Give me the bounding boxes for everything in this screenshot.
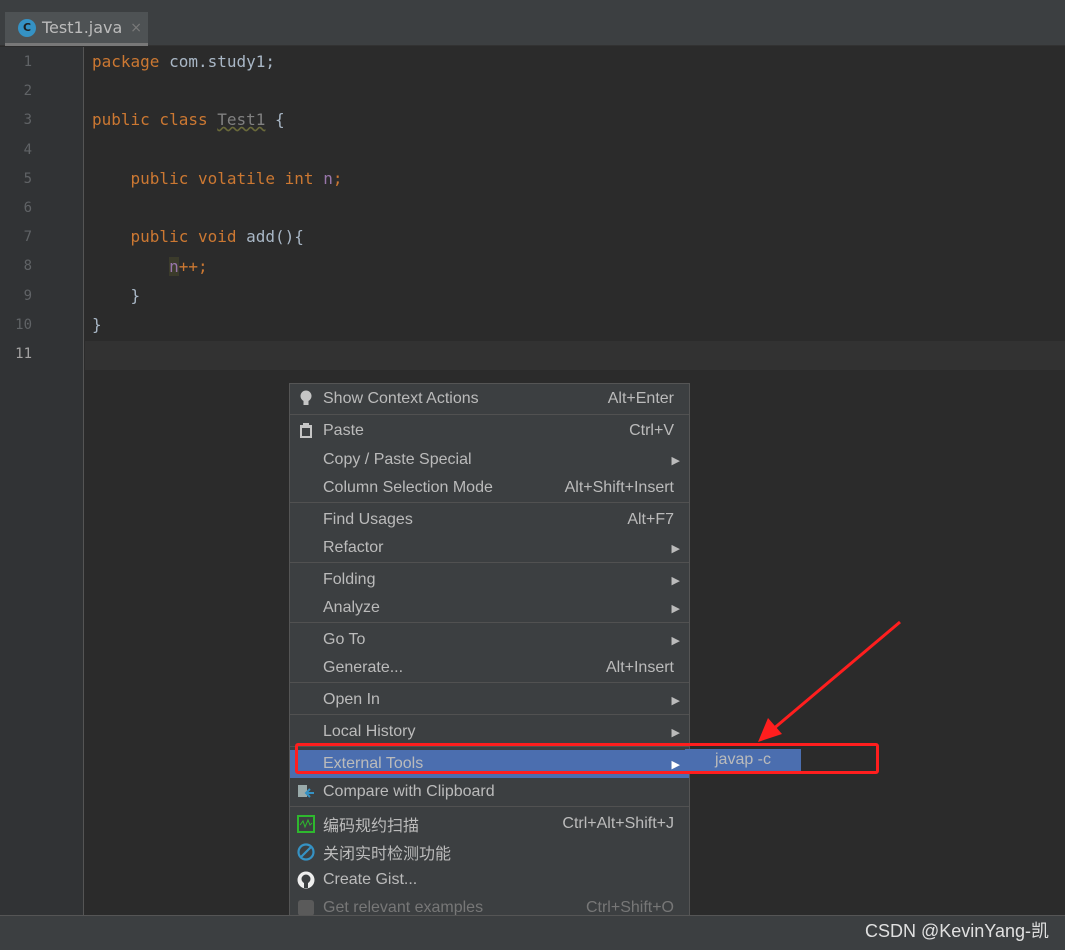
arrow-shaft [771, 620, 901, 732]
arrow-head [758, 718, 782, 742]
annotation-arrow [758, 620, 901, 742]
watermark: CSDN @KevinYang-凯 [865, 921, 1049, 941]
